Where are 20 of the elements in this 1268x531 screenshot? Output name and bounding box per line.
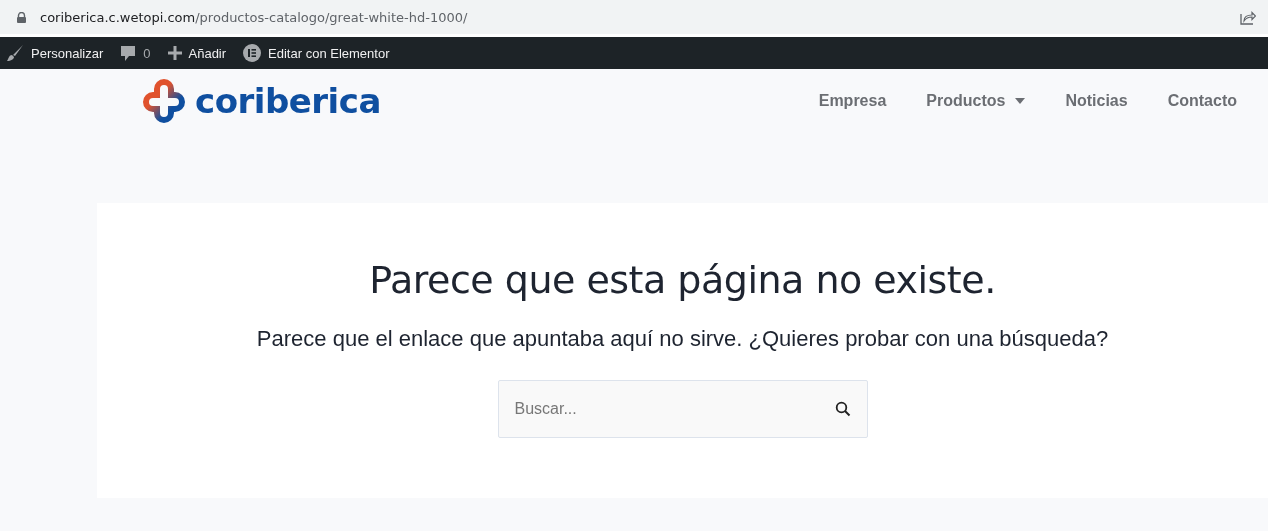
admin-bar-item[interactable]: 0 xyxy=(120,44,160,62)
nav-link[interactable]: Contacto xyxy=(1167,92,1237,110)
share-icon[interactable] xyxy=(1240,9,1256,25)
comment-icon xyxy=(120,44,137,62)
message-text: Parece que el enlace que apuntaba aquí no sirve. ¿Quieres probar con una búsqueda? xyxy=(256,326,1109,352)
admin-bar-item[interactable]: Editar con Elementor xyxy=(243,44,399,62)
caret-icon xyxy=(1015,98,1026,104)
nav-link[interactable]: Productos xyxy=(926,92,1026,110)
address-bar-url[interactable]: coriberica.c.wetopi.com/productos-catalogo/great-white-hd-1000/ xyxy=(40,9,468,25)
brand-name[interactable]: coriberica xyxy=(195,84,381,118)
elementor-icon xyxy=(243,44,262,62)
page-title: Parece que esta página no existe. xyxy=(369,258,996,302)
nav-link[interactable]: Empresa xyxy=(818,92,887,110)
nav-link[interactable]: Noticias xyxy=(1065,92,1128,110)
plus-icon xyxy=(167,46,182,60)
search-icon[interactable] xyxy=(834,401,851,417)
admin-bar-item[interactable]: Personalizar xyxy=(6,44,113,62)
search-field[interactable]: Buscar... xyxy=(497,380,868,438)
lock-icon xyxy=(17,11,26,23)
admin-bar-item[interactable]: Añadir xyxy=(167,45,236,61)
